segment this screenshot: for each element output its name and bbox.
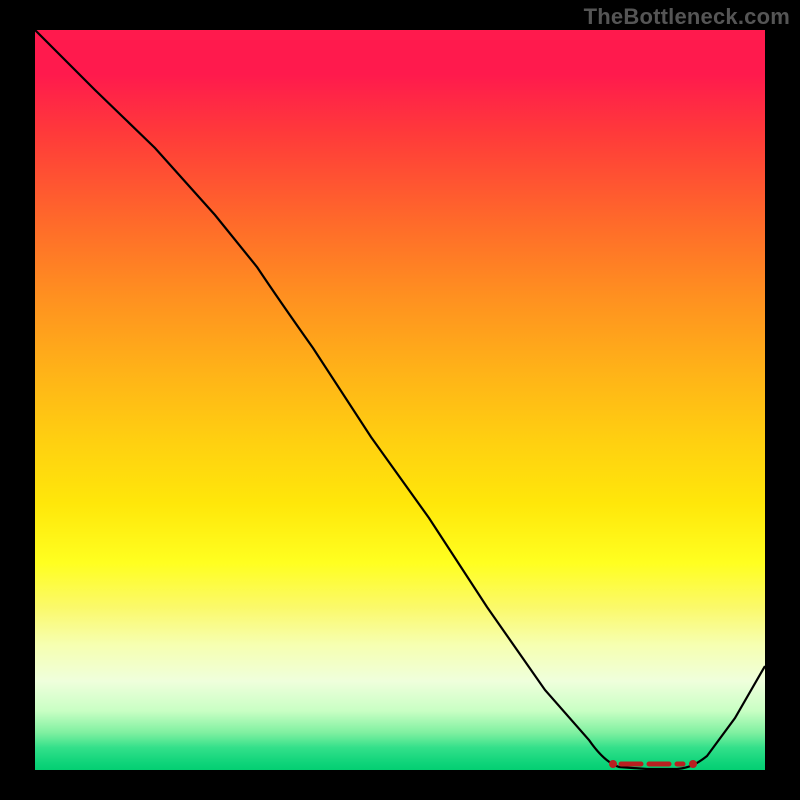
- plot-area: [35, 30, 765, 770]
- chart-container: TheBottleneck.com: [0, 0, 800, 800]
- marker-dot-end: [689, 760, 697, 768]
- watermark-text: TheBottleneck.com: [584, 4, 790, 30]
- chart-svg: [35, 30, 765, 770]
- marker-dot-start: [609, 760, 617, 768]
- line-series-curve: [35, 30, 765, 769]
